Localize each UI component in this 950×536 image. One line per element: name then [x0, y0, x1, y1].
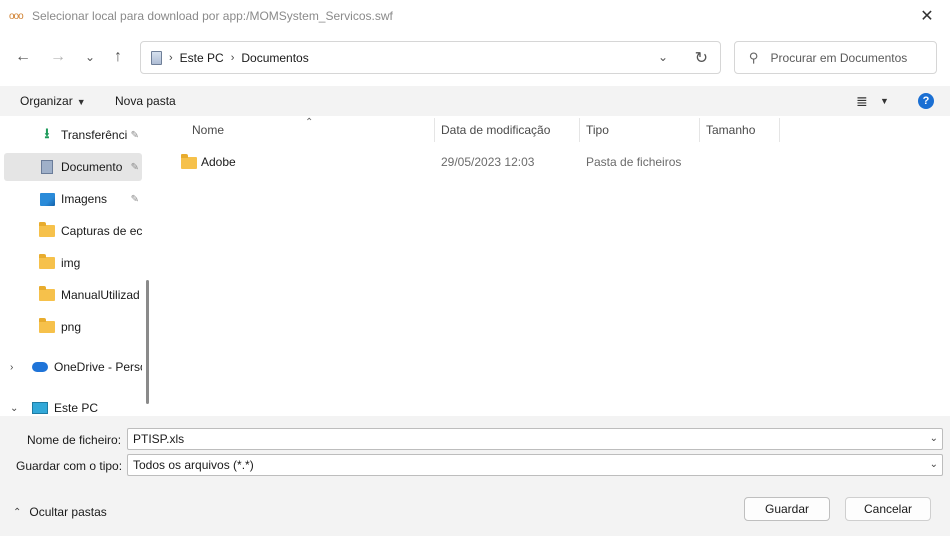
sidebar-item-label: ManualUtilizad: [61, 288, 140, 302]
close-icon[interactable]: ✕: [904, 0, 950, 32]
sidebar-item-imagens[interactable]: Imagens ✎: [4, 185, 142, 213]
chevron-down-icon[interactable]: ⌄: [10, 403, 18, 414]
sidebar-item-transferencias[interactable]: ⭳ Transferênci ✎: [4, 121, 142, 149]
forward-arrow-icon[interactable]: →: [45, 44, 71, 70]
sidebar-item-label: img: [61, 256, 81, 270]
sidebar-item-label: Transferênci: [61, 128, 128, 142]
file-type: Pasta de ficheiros: [586, 155, 682, 169]
download-icon: ⭳: [44, 125, 50, 141]
sidebar-item-png[interactable]: png: [4, 313, 142, 341]
chevron-up-icon: ⌃: [13, 506, 22, 518]
search-icon: ⚲: [749, 49, 759, 65]
search-input[interactable]: ⚲ Procurar em Documentos: [734, 41, 937, 74]
file-row[interactable]: Adobe 29/05/2023 12:03 Pasta de ficheiro…: [159, 150, 950, 174]
refresh-icon[interactable]: ↻: [695, 48, 708, 68]
sidebar-item-label: Imagens: [61, 192, 108, 206]
sidebar-item-este-pc[interactable]: ⌄ Este PC: [0, 394, 142, 416]
filename-field[interactable]: PTISP.xls ⌄: [127, 428, 943, 450]
sidebar-item-label: OneDrive - Perso: [54, 360, 142, 374]
breadcrumb-este-pc[interactable]: Este PC: [180, 51, 224, 65]
filename-value: PTISP.xls: [133, 432, 185, 446]
up-arrow-icon[interactable]: ↑: [105, 44, 131, 70]
help-icon[interactable]: ?: [918, 93, 934, 109]
command-toolbar: Organizar ▼ Nova pasta ≣ ▼ ?: [0, 86, 950, 116]
hide-folders-label: Ocultar pastas: [29, 505, 107, 519]
filename-label: Nome de ficheiro:: [27, 433, 122, 447]
recent-locations-chevron-icon[interactable]: ⌄: [77, 44, 103, 70]
new-folder-button[interactable]: Nova pasta: [115, 94, 176, 108]
cloud-icon: [32, 362, 48, 372]
save-options-panel: Nome de ficheiro: PTISP.xls ⌄ Guardar co…: [0, 416, 950, 536]
folder-icon: [181, 154, 197, 169]
column-divider[interactable]: [779, 118, 780, 142]
chevron-down-icon[interactable]: ▼: [880, 96, 889, 106]
window-title: Selecionar local para download por app:/…: [32, 9, 393, 23]
sidebar-item-onedrive[interactable]: › OneDrive - Perso: [0, 353, 142, 381]
pc-icon: [151, 50, 162, 65]
column-header-tamanho[interactable]: Tamanho: [706, 118, 755, 142]
navigation-pane: ⭳ Transferênci ✎ Documento ✎ Imagens ✎ C…: [0, 118, 157, 416]
sidebar-item-label: Documento: [61, 160, 123, 174]
cancel-button[interactable]: Cancelar: [845, 497, 931, 521]
sidebar-item-img[interactable]: img: [4, 249, 142, 277]
chevron-down-icon[interactable]: ⌄: [930, 459, 938, 470]
title-bar: ooo Selecionar local para download por a…: [0, 0, 950, 32]
chevron-down-icon: ▼: [76, 97, 86, 107]
sidebar-item-manualutilizador[interactable]: ManualUtilizad: [4, 281, 142, 309]
sidebar-item-label: Este PC: [54, 401, 99, 415]
column-header-nome[interactable]: Nome: [192, 118, 224, 142]
pictures-icon: [39, 192, 55, 206]
filetype-label: Guardar com o tipo:: [16, 459, 123, 473]
column-divider[interactable]: [699, 118, 700, 142]
sidebar-item-label: Capturas de ecr: [61, 224, 142, 238]
filetype-value: Todos os arquivos (*.*): [133, 458, 254, 472]
column-header-data[interactable]: Data de modificação: [441, 118, 550, 142]
breadcrumb-separator-icon: ›: [169, 51, 173, 64]
save-button[interactable]: Guardar: [744, 497, 830, 521]
sidebar-item-documentos[interactable]: Documento ✎: [4, 153, 142, 181]
folder-icon: [39, 222, 55, 237]
navigation-bar: ← → ⌄ ↑ › Este PC › Documentos ⌄ ↻ ⚲ Pro…: [0, 38, 950, 78]
documents-icon: [39, 160, 55, 174]
organize-label: Organizar: [20, 94, 73, 108]
chevron-right-icon[interactable]: ›: [10, 362, 13, 373]
breadcrumb-separator-icon: ›: [230, 51, 235, 64]
pin-icon: ✎: [130, 193, 139, 205]
app-icon: ooo: [9, 10, 24, 22]
file-list: ⌃ Nome Data de modificação Tipo Tamanho …: [159, 117, 950, 416]
filetype-select[interactable]: Todos os arquivos (*.*) ⌄: [127, 454, 943, 476]
file-modified: 29/05/2023 12:03: [441, 155, 535, 169]
organize-button[interactable]: Organizar ▼: [20, 94, 86, 108]
breadcrumb-documentos[interactable]: Documentos: [241, 51, 308, 65]
sidebar-item-capturas[interactable]: Capturas de ecr: [4, 217, 142, 245]
folder-icon: [39, 318, 55, 333]
address-bar[interactable]: › Este PC › Documentos ⌄ ↻: [140, 41, 721, 74]
column-divider[interactable]: [579, 118, 580, 142]
pin-icon: ✎: [130, 161, 139, 173]
view-options-icon[interactable]: ≣: [856, 93, 868, 110]
hide-folders-button[interactable]: ⌃ Ocultar pastas: [13, 505, 107, 519]
column-divider[interactable]: [434, 118, 435, 142]
back-arrow-icon[interactable]: ←: [10, 44, 36, 70]
sort-ascending-icon: ⌃: [305, 117, 314, 128]
chevron-down-icon[interactable]: ⌄: [930, 433, 938, 444]
pin-icon: ✎: [130, 129, 139, 141]
folder-icon: [39, 254, 55, 269]
sidebar-item-label: png: [61, 320, 82, 334]
address-dropdown-icon[interactable]: ⌄: [658, 50, 668, 64]
column-header-tipo[interactable]: Tipo: [586, 118, 609, 142]
sidebar-scrollbar[interactable]: [146, 280, 149, 404]
search-placeholder: Procurar em Documentos: [770, 50, 908, 65]
file-name: Adobe: [201, 155, 236, 169]
computer-icon: [32, 402, 48, 414]
folder-icon: [39, 286, 55, 301]
